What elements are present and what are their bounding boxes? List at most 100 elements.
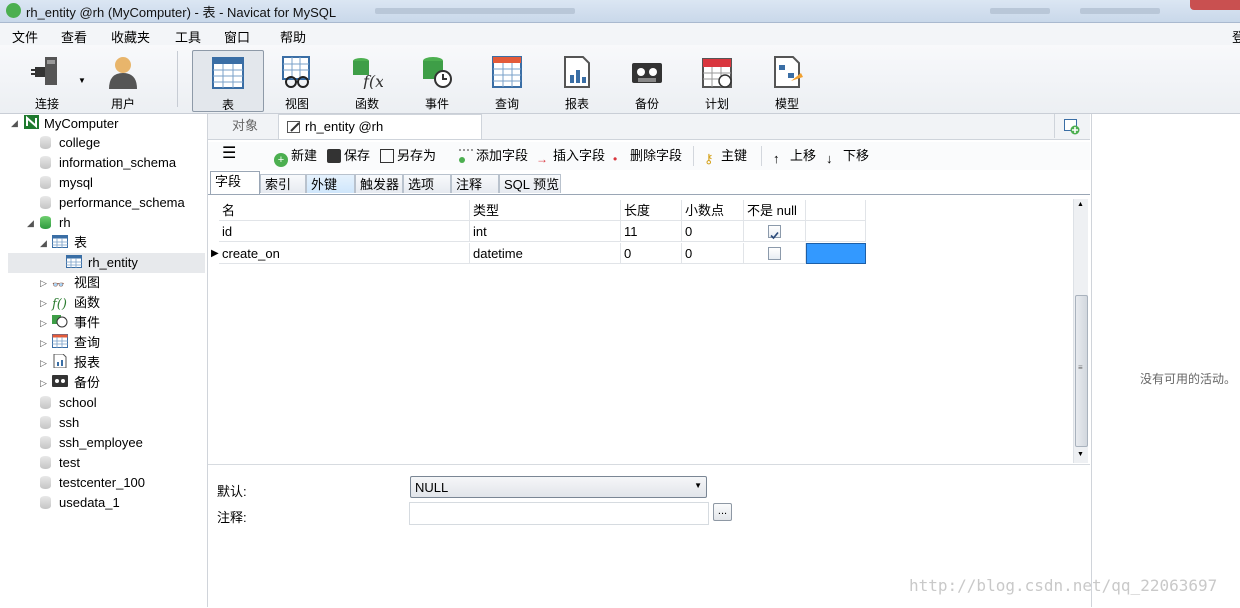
menu-window[interactable]: 窗口 (224, 27, 250, 46)
tree-backups-node[interactable]: 备份 (52, 373, 100, 393)
table-row-decimals-cell[interactable]: 0 (682, 243, 744, 264)
tree-db-information-schema[interactable]: information_schema (40, 153, 176, 173)
scroll-down-arrow-icon[interactable]: ▼ (1077, 451, 1084, 458)
tree-tables-node[interactable]: 表 (52, 233, 87, 253)
menu-login[interactable]: 登 (1232, 27, 1240, 46)
scroll-up-arrow-icon[interactable]: ▲ (1077, 201, 1084, 208)
collapse-arrow-icon[interactable]: ▷ (40, 358, 47, 369)
column-header-length[interactable]: 长度 (621, 200, 682, 221)
move-down-button[interactable]: ↓ 下移 (826, 147, 869, 166)
table-row-length-cell[interactable]: 11 (621, 221, 682, 242)
expand-arrow-icon[interactable]: ◢ (27, 218, 34, 229)
tree-functions-node[interactable]: f() 函数 (52, 293, 100, 313)
expand-arrow-icon[interactable]: ◢ (11, 118, 18, 129)
toolbar-table-button[interactable]: 表 (192, 50, 264, 112)
table-row-length-cell[interactable]: 0 (621, 243, 682, 264)
expand-arrow-icon[interactable]: ◢ (40, 238, 47, 249)
close-window-button[interactable] (1190, 0, 1240, 10)
column-header-decimals[interactable]: 小数点 (682, 200, 744, 221)
collapse-arrow-icon[interactable]: ▷ (40, 298, 47, 309)
toolbar-backup-button[interactable]: 备份 (612, 50, 682, 111)
toolbar-model-button[interactable]: 模型 (752, 50, 822, 111)
toolbar-function-button[interactable]: f(x) 函数 (332, 50, 402, 111)
toolbar-report-button[interactable]: 报表 (542, 50, 612, 111)
table-row-extra-cell[interactable] (806, 221, 866, 242)
toolbar-user-button[interactable]: 用户 (88, 50, 158, 111)
toolbar-schedule-button[interactable]: 计划 (682, 50, 752, 111)
tree-db-rh[interactable]: rh (40, 213, 71, 233)
toolbar-query-button[interactable]: 查询 (472, 50, 542, 111)
tab-triggers[interactable]: 触发器 (355, 174, 403, 193)
table-row-not-null-cell[interactable] (744, 221, 806, 242)
delete-field-button[interactable]: • 删除字段 (613, 147, 682, 166)
tree-db-school[interactable]: school (40, 393, 97, 413)
table-row-name-cell[interactable]: create_on (219, 243, 470, 264)
tree-db-performance-schema[interactable]: performance_schema (40, 193, 185, 213)
add-field-button-label: 添加字段 (476, 148, 529, 163)
collapse-arrow-icon[interactable]: ▷ (40, 338, 47, 349)
column-header-type[interactable]: 类型 (470, 200, 621, 221)
tree-connection-mycomputer[interactable]: MyComputer (24, 114, 118, 134)
default-value-select[interactable]: NULL ▼ (410, 476, 707, 498)
menu-file[interactable]: 文件 (12, 27, 38, 46)
new-tab-button[interactable] (1054, 114, 1089, 138)
backup-icon (632, 63, 662, 83)
tree-db-ssh-employee[interactable]: ssh_employee (40, 433, 143, 453)
menu-view[interactable]: 查看 (61, 27, 87, 46)
report-icon (53, 354, 67, 368)
table-row-extra-cell-selected[interactable] (806, 243, 866, 264)
tab-fields[interactable]: 字段 (210, 171, 260, 194)
column-header-not-null[interactable]: 不是 null (744, 200, 806, 221)
table-row-not-null-cell[interactable] (744, 243, 806, 264)
save-button[interactable]: 保存 (327, 147, 370, 165)
insert-field-button[interactable]: → 插入字段 (536, 147, 605, 166)
vertical-scrollbar[interactable]: ▲ ≡ ▼ (1073, 199, 1088, 463)
primary-key-button[interactable]: ⚷ 主键 (704, 147, 747, 166)
not-null-checkbox[interactable] (768, 247, 781, 260)
comment-expand-button[interactable]: ... (713, 503, 732, 521)
tree-table-rh-entity[interactable]: rh_entity (8, 253, 205, 273)
tab-objects[interactable]: 对象 (224, 114, 266, 138)
tab-options[interactable]: 选项 (403, 174, 451, 193)
tree-db-test[interactable]: test (40, 453, 80, 473)
move-up-button[interactable]: ↑ 上移 (773, 147, 816, 166)
tree-db-college[interactable]: college (40, 133, 100, 153)
tab-foreign-keys[interactable]: 外键 (306, 174, 355, 193)
tree-db-usedata-1[interactable]: usedata_1 (40, 493, 120, 513)
tree-reports-node[interactable]: 报表 (52, 353, 100, 373)
toolbar-event-button[interactable]: 事件 (402, 50, 472, 111)
tree-db-mysql[interactable]: mysql (40, 173, 93, 193)
toolbar-view-button[interactable]: 视图 (262, 50, 332, 111)
tree-views-node[interactable]: 👓 视图 (52, 273, 100, 293)
query-icon (52, 334, 68, 348)
hamburger-menu-icon[interactable]: ☰ (222, 145, 236, 163)
tab-comment[interactable]: 注释 (451, 174, 499, 193)
dropdown-arrow-icon[interactable]: ▼ (78, 76, 86, 85)
table-row-type-cell[interactable]: int (470, 221, 621, 242)
toolbar-connection-button[interactable]: 连接 ▼ (12, 50, 86, 111)
save-as-button[interactable]: 另存为 (380, 147, 436, 165)
collapse-arrow-icon[interactable]: ▷ (40, 278, 47, 289)
table-row-type-cell[interactable]: datetime (470, 243, 621, 264)
tab-sql-preview[interactable]: SQL 预览 (499, 174, 561, 193)
not-null-checkbox[interactable] (768, 225, 781, 240)
menu-favorites[interactable]: 收藏夹 (111, 27, 150, 46)
menu-tools[interactable]: 工具 (175, 27, 201, 46)
scrollbar-thumb[interactable]: ≡ (1075, 295, 1088, 447)
column-header-name[interactable]: 名 (219, 200, 470, 221)
tree-db-testcenter-100[interactable]: testcenter_100 (40, 473, 145, 493)
add-field-button[interactable]: 添加字段 (459, 147, 528, 165)
collapse-arrow-icon[interactable]: ▷ (40, 318, 47, 329)
tree-db-ssh[interactable]: ssh (40, 413, 79, 433)
tree-events-node[interactable]: 事件 (52, 313, 100, 333)
table-row-name-cell[interactable]: id (219, 221, 470, 242)
new-button[interactable]: + 新建 (274, 147, 317, 167)
menu-help[interactable]: 帮助 (280, 27, 306, 46)
tab-rh-entity[interactable]: rh_entity @rh (MyComputer... (278, 114, 482, 158)
tree-db-label: testcenter_100 (59, 475, 146, 490)
table-row-decimals-cell[interactable]: 0 (682, 221, 744, 242)
comment-input[interactable] (409, 502, 709, 525)
collapse-arrow-icon[interactable]: ▷ (40, 378, 47, 389)
tab-indexes[interactable]: 索引 (260, 174, 306, 193)
tree-queries-node[interactable]: 查询 (52, 333, 100, 353)
